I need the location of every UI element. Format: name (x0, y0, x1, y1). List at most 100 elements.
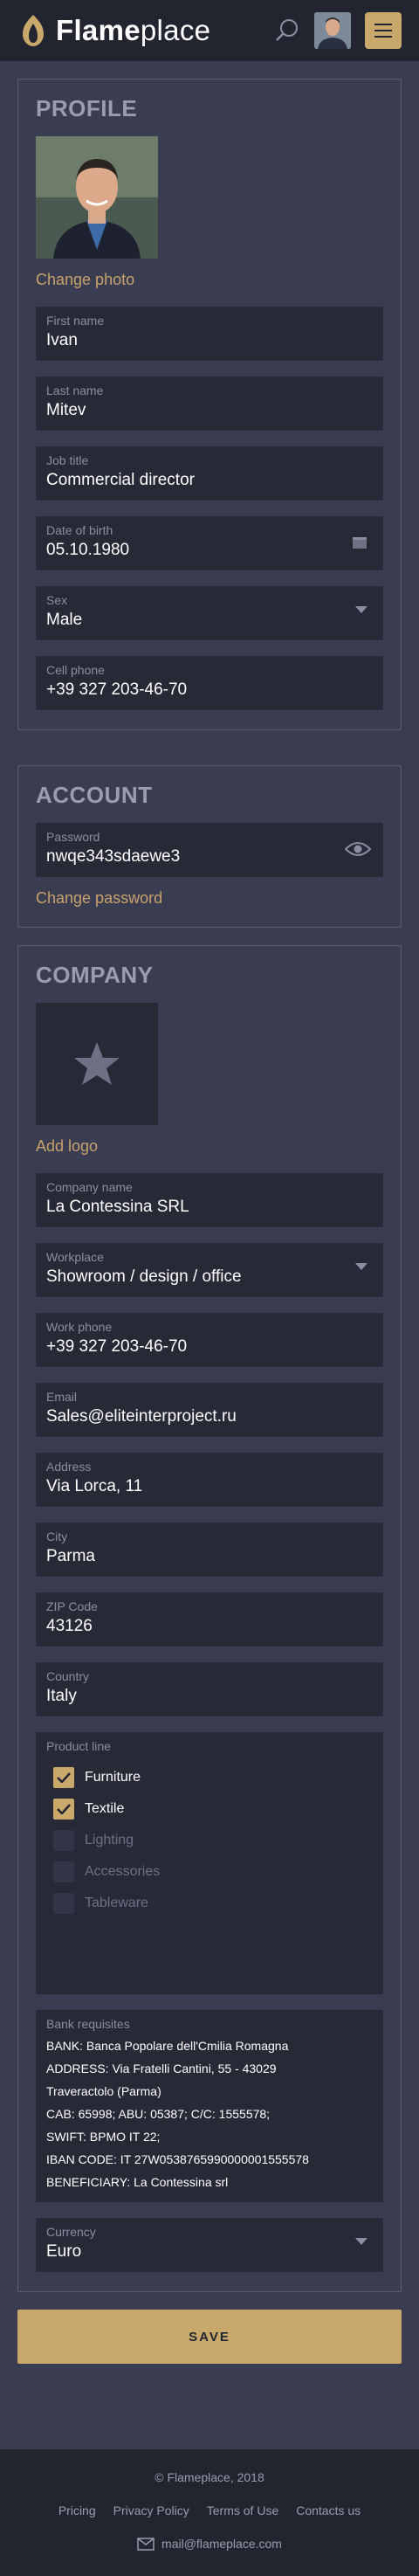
company-logo-placeholder[interactable] (36, 1003, 158, 1125)
company-section: COMPANY Add logo Company name La Contess… (17, 945, 402, 2292)
field-label: Country (46, 1669, 90, 1683)
calendar-icon[interactable] (352, 535, 367, 549)
checkbox-unchecked[interactable] (53, 1893, 74, 1914)
bank-line: BANK: Banca Popolare dell'Cmilia Romagna (46, 2039, 289, 2053)
field-value[interactable]: Italy (46, 1687, 373, 1706)
checkbox-unchecked[interactable] (53, 1830, 74, 1851)
user-avatar[interactable] (314, 12, 351, 49)
job-title-field[interactable]: Job title Commercial director (36, 446, 383, 501)
bank-requisites-text[interactable]: BANK: Banca Popolare dell'Cmilia Romagna… (46, 2034, 373, 2193)
field-value[interactable]: Showroom / design / office (46, 1267, 373, 1287)
dropdown-arrow-icon[interactable] (355, 1262, 367, 1271)
account-section: ACCOUNT Password nwqe343sdaewe3 Change p… (17, 765, 402, 928)
email-field[interactable]: Email Sales@eliteinterproject.ru (36, 1383, 383, 1437)
company-name-field[interactable]: Company name La Contessina SRL (36, 1173, 383, 1227)
password-field[interactable]: Password nwqe343sdaewe3 (36, 823, 383, 877)
dropdown-arrow-icon[interactable] (355, 2237, 367, 2246)
star-icon (74, 1042, 120, 1085)
company-title: COMPANY (36, 962, 154, 988)
footer-email-text[interactable]: mail@flameplace.com (161, 2537, 282, 2551)
change-password-link[interactable]: Change password (36, 889, 162, 908)
field-value[interactable]: Commercial director (46, 471, 373, 490)
footer-link-contacts[interactable]: Contacts us (296, 2503, 361, 2517)
checkbox-furniture[interactable]: Furniture (46, 1762, 373, 1793)
field-value[interactable]: Mitev (46, 401, 373, 420)
field-label: Sex (46, 593, 68, 607)
first-name-field[interactable]: First name Ivan (36, 307, 383, 361)
dropdown-arrow-icon[interactable] (355, 605, 367, 614)
field-label: Bank requisites (46, 2017, 130, 2031)
last-name-field[interactable]: Last name Mitev (36, 376, 383, 431)
search-button[interactable] (272, 16, 302, 45)
field-value[interactable]: Parma (46, 1547, 373, 1566)
save-button[interactable]: SAVE (17, 2310, 402, 2364)
profile-section: PROFILE Change photo First name Ivan Las… (17, 79, 402, 730)
checkbox-checked[interactable] (53, 1767, 74, 1788)
bank-line: ADDRESS: Via Fratelli Cantini, 55 - 4302… (46, 2061, 277, 2075)
checkbox-accessories[interactable]: Accessories (46, 1856, 373, 1888)
field-value[interactable]: Euro (46, 2242, 373, 2262)
field-label: Last name (46, 383, 104, 397)
checkbox-label: Lighting (85, 1833, 134, 1847)
field-value[interactable]: 05.10.1980 (46, 541, 373, 560)
field-value[interactable]: Ivan (46, 331, 373, 350)
search-icon (276, 19, 298, 41)
field-label: Email (46, 1390, 78, 1404)
sex-select[interactable]: Sex Male (36, 586, 383, 640)
menu-button[interactable] (365, 12, 402, 49)
bank-line: SWIFT: BPMO IT 22; (46, 2130, 161, 2144)
field-value[interactable]: Sales@eliteinterproject.ru (46, 1407, 373, 1426)
workplace-select[interactable]: Workplace Showroom / design / office (36, 1243, 383, 1297)
profile-photo[interactable] (36, 136, 158, 259)
flame-logo-icon (23, 15, 44, 46)
city-field[interactable]: City Parma (36, 1523, 383, 1577)
date-of-birth-field[interactable]: Date of birth 05.10.1980 (36, 516, 383, 570)
bank-requisites-field[interactable]: Bank requisites BANK: Banca Popolare del… (36, 2010, 383, 2202)
checkbox-unchecked[interactable] (53, 1861, 74, 1882)
add-logo-link[interactable]: Add logo (36, 1137, 98, 1156)
footer-link-terms[interactable]: Terms of Use (207, 2503, 278, 2517)
checkbox-checked[interactable] (53, 1799, 74, 1820)
field-label: Job title (46, 453, 89, 467)
checkbox-textile[interactable]: Textile (46, 1793, 373, 1825)
hamburger-icon (374, 24, 392, 25)
work-phone-field[interactable]: Work phone +39 327 203-46-70 (36, 1313, 383, 1367)
account-title: ACCOUNT (36, 782, 153, 808)
cell-phone-field[interactable]: Cell phone +39 327 203-46-70 (36, 656, 383, 710)
footer-email[interactable]: mail@flameplace.com (137, 2537, 282, 2551)
bank-line: CAB: 65998; ABU: 05387; C/C: 1555578; (46, 2107, 271, 2121)
field-label: Currency (46, 2225, 96, 2239)
field-value[interactable]: Male (46, 611, 373, 630)
change-photo-link[interactable]: Change photo (36, 271, 134, 289)
field-value[interactable]: 43126 (46, 1617, 373, 1636)
currency-select[interactable]: Currency Euro (36, 2218, 383, 2272)
checkbox-label: Textile (85, 1801, 125, 1816)
footer-link-privacy[interactable]: Privacy Policy (113, 2503, 189, 2517)
checkmark-icon (57, 1772, 71, 1783)
checkmark-icon (57, 1804, 71, 1814)
product-line-group: Product line Furniture Textile Lighting (36, 1732, 383, 1994)
footer-nav: Pricing Privacy Policy Terms of Use Cont… (58, 2503, 361, 2517)
country-field[interactable]: Country Italy (36, 1662, 383, 1716)
profile-title: PROFILE (36, 95, 138, 121)
checkbox-lighting[interactable]: Lighting (46, 1825, 373, 1856)
checkbox-tableware[interactable]: Tableware (46, 1888, 373, 1919)
field-value[interactable]: nwqe343sdaewe3 (46, 847, 373, 867)
field-value[interactable]: La Contessina SRL (46, 1198, 373, 1217)
field-value[interactable]: Via Lorca, 11 (46, 1477, 373, 1496)
eye-icon[interactable] (345, 840, 371, 858)
checkbox-label: Accessories (85, 1864, 161, 1879)
field-label: Work phone (46, 1320, 113, 1334)
footer: © Flameplace, 2018 Pricing Privacy Polic… (0, 2449, 419, 2576)
footer-link-pricing[interactable]: Pricing (58, 2503, 96, 2517)
checkbox-label: Furniture (85, 1770, 141, 1785)
address-field[interactable]: Address Via Lorca, 11 (36, 1453, 383, 1507)
field-value[interactable]: +39 327 203-46-70 (46, 1337, 373, 1357)
checkbox-label: Tableware (85, 1896, 148, 1910)
top-bar: Flameplace (0, 0, 419, 61)
field-value[interactable]: +39 327 203-46-70 (46, 680, 373, 700)
logo-text: Flameplace (56, 14, 211, 46)
zip-code-field[interactable]: ZIP Code 43126 (36, 1592, 383, 1647)
field-label: ZIP Code (46, 1599, 98, 1613)
logo[interactable]: Flameplace (17, 13, 210, 48)
